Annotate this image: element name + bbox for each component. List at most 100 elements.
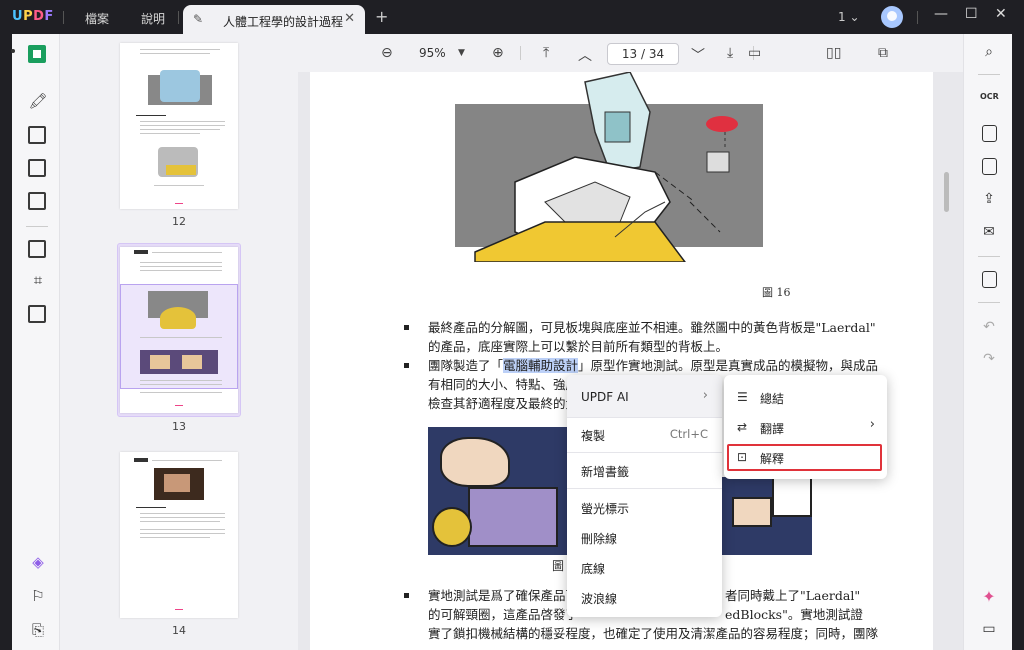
- paragraph-3-line-2-left: 的可解頸圈，這產品啓發了: [428, 607, 579, 622]
- translate-icon: ⇄: [737, 420, 748, 434]
- save-icon[interactable]: [982, 271, 997, 288]
- window-count[interactable]: 1 ⌄: [838, 10, 860, 24]
- menu-item-highlight[interactable]: 螢光標示: [581, 500, 629, 517]
- bullet: [404, 325, 409, 330]
- copy-shortcut: Ctrl+C: [669, 427, 708, 441]
- divider: [978, 302, 1000, 303]
- explain-icon: ⊡: [737, 450, 748, 464]
- paragraph-3-line-1-right: 者同時戴上了"Laerdal": [725, 588, 861, 603]
- layers-icon[interactable]: ◈: [28, 553, 48, 571]
- ocr-icon[interactable]: OCR: [980, 92, 999, 110]
- undo-icon[interactable]: ↶: [980, 319, 998, 337]
- divider: [63, 11, 64, 24]
- zoom-out-icon[interactable]: ⊖: [381, 45, 393, 61]
- thumbnail-page-14[interactable]: [120, 452, 238, 618]
- figure-17-image-right: [722, 477, 812, 555]
- maximize-icon[interactable]: ☐: [965, 6, 978, 22]
- menu-item-translate[interactable]: 翻譯: [760, 420, 784, 437]
- zoom-dropdown-icon[interactable]: ▼: [458, 48, 465, 58]
- figure-16-image: [455, 72, 763, 262]
- close-icon[interactable]: ✕: [344, 11, 355, 26]
- chevron-right-icon: ›: [702, 388, 708, 403]
- first-page-icon[interactable]: ⤒: [543, 45, 549, 61]
- crop-icon[interactable]: ⌗: [28, 271, 48, 289]
- comment-icon[interactable]: ▭: [980, 621, 998, 639]
- menu-item-summarize[interactable]: 總結: [760, 390, 784, 407]
- page-number-input[interactable]: 13 / 34: [607, 43, 679, 65]
- thumbnail-page-12[interactable]: [120, 43, 238, 209]
- divider: [567, 488, 722, 489]
- divider: [978, 256, 1000, 257]
- list-icon: ☰: [737, 390, 748, 404]
- tab-title: 人體工程學的設計過程: [223, 15, 344, 29]
- selected-text[interactable]: 電腦輔助設計: [503, 358, 579, 373]
- edit-pdf-icon[interactable]: [28, 126, 46, 144]
- menu-item-copy[interactable]: 複製: [581, 427, 605, 444]
- indicator-dot: [11, 49, 15, 53]
- page-toolbar: ⊖ 95% ▼ ⊕ ⤒ ︿ 13 / 34 ﹀ ⤓ ▭ ▯▯ ⧉: [298, 34, 963, 72]
- zoom-in-icon[interactable]: ⊕: [492, 45, 504, 61]
- next-page-icon[interactable]: ﹀: [691, 45, 705, 65]
- updf-ai-icon[interactable]: ✦: [980, 587, 998, 606]
- paragraph-3-line-1-left: 實地測試是爲了確保產品可: [428, 588, 579, 603]
- page-display-icon[interactable]: ▯▯: [826, 45, 841, 61]
- zoom-value[interactable]: 95%: [419, 46, 446, 60]
- search-icon[interactable]: ⌕: [980, 44, 998, 62]
- divider: [978, 74, 1000, 75]
- last-page-icon[interactable]: ⤓: [727, 45, 733, 61]
- attachment-icon[interactable]: ⎘: [28, 621, 48, 639]
- compare-icon[interactable]: [28, 305, 46, 323]
- paragraph-2-line-2: 有相同的大小、特點、強度: [428, 377, 579, 392]
- email-icon[interactable]: ✉: [980, 224, 998, 242]
- form-icon[interactable]: [28, 159, 46, 177]
- highlighter-icon[interactable]: 🖍: [28, 92, 48, 110]
- scrollbar[interactable]: [944, 172, 949, 212]
- menu-item-updf-ai[interactable]: UPDF AI: [581, 390, 629, 404]
- menu-file[interactable]: 檔案: [85, 10, 109, 27]
- minimize-icon[interactable]: —: [934, 6, 948, 22]
- figure-caption-16: 圖 16: [762, 286, 791, 299]
- close-window-icon[interactable]: ✕: [995, 6, 1007, 22]
- updf-logo: UPDF: [12, 9, 54, 24]
- menu-item-add-bookmark[interactable]: 新增書籤: [581, 463, 629, 480]
- document-tab[interactable]: ✎ 人體工程學的設計過程 ✕: [183, 5, 365, 34]
- chevron-down-icon: ⌄: [849, 10, 860, 24]
- thumbnail-page-13[interactable]: [120, 247, 238, 413]
- figure-caption-17: 圖: [552, 559, 565, 573]
- figure-17-image: [428, 427, 568, 555]
- protect-icon[interactable]: [982, 158, 997, 175]
- thumbnail-panel: 12 13 14: [60, 34, 298, 650]
- explain-highlight-box: [727, 444, 882, 471]
- menu-item-explain[interactable]: 解釋: [760, 450, 784, 467]
- bullet: [404, 363, 409, 368]
- divider: [178, 11, 179, 24]
- paragraph-2-line-3: 檢查其舒適程度及最終的大: [428, 396, 579, 411]
- sign-icon[interactable]: [28, 192, 46, 210]
- right-toolbar: ⌕ OCR ⇪ ✉ ↶ ↷ ✦ ▭: [963, 34, 1012, 650]
- convert-icon[interactable]: ⧉: [878, 45, 888, 61]
- menu-item-squiggly[interactable]: 波浪線: [581, 590, 617, 607]
- convert-pdf-icon[interactable]: [982, 125, 997, 142]
- paragraph-3-line-2-right: edBlocks"。實地測試證: [725, 607, 863, 622]
- paragraph-1-line-1: 最終產品的分解圖，可見板塊與底座並不相連。雖然圖中的黃色背板是"Laerdal": [428, 320, 876, 335]
- divider: [26, 226, 48, 227]
- thumbnail-label-13: 13: [172, 420, 186, 433]
- paragraph-1-line-2: 的產品，底座實際上可以繫於目前所有類型的背板上。: [428, 339, 729, 354]
- bookmark-icon[interactable]: ⚐: [28, 587, 48, 605]
- menu-item-underline[interactable]: 底線: [581, 560, 605, 577]
- bullet: [404, 593, 409, 598]
- organize-pages-icon[interactable]: [28, 240, 46, 258]
- title-bar: UPDF 檔案 說明 ✎ 人體工程學的設計過程 ✕ + 1 ⌄ — ☐ ✕: [0, 0, 1024, 34]
- share-icon[interactable]: ⇪: [980, 191, 998, 209]
- new-tab-button[interactable]: +: [375, 7, 388, 26]
- chevron-right-icon: ›: [869, 417, 875, 432]
- menu-help[interactable]: 說明: [141, 10, 165, 27]
- avatar[interactable]: [881, 6, 903, 28]
- presentation-icon[interactable]: ▭: [748, 45, 761, 61]
- paragraph-3-line-3: 實了鎖扣機械結構的穩妥程度，也確定了使用及清潔產品的容易程度；同時，團隊: [428, 626, 879, 641]
- menu-item-strikethrough[interactable]: 刪除線: [581, 530, 617, 547]
- thumbnail-label-12: 12: [172, 215, 186, 228]
- redo-icon[interactable]: ↷: [980, 351, 998, 369]
- previous-page-icon[interactable]: ︿: [578, 45, 592, 65]
- reader-icon[interactable]: [28, 45, 46, 63]
